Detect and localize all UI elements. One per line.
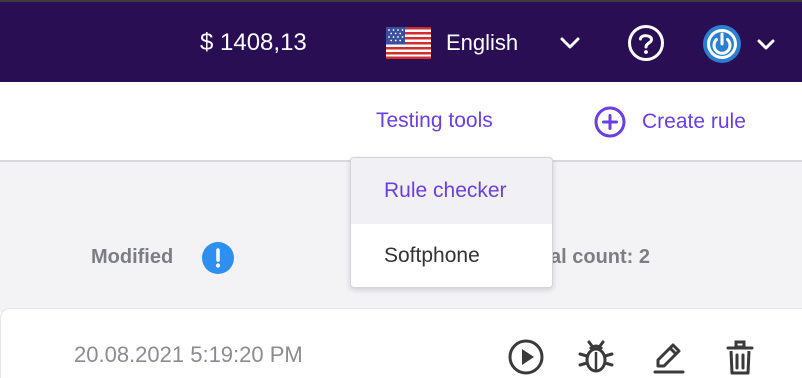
edit-pencil-icon[interactable] (649, 337, 689, 377)
info-alert-icon[interactable] (202, 242, 234, 274)
toolbar: Testing tools Create rule (0, 82, 802, 162)
column-header-modified[interactable]: Modified (91, 246, 173, 269)
balance-amount: $ 1408,13 (200, 29, 307, 56)
play-icon[interactable] (506, 337, 546, 377)
question-circle-icon[interactable] (627, 24, 665, 62)
bug-icon[interactable] (576, 337, 616, 377)
power-avatar-icon[interactable] (702, 24, 742, 64)
create-rule-label: Create rule (642, 110, 746, 133)
chevron-down-icon[interactable] (559, 35, 581, 51)
menu-item-softphone[interactable]: Softphone (351, 224, 552, 287)
modified-date-cell: 20.08.2021 5:19:20 PM (74, 342, 303, 367)
us-flag-icon (386, 27, 431, 59)
testing-tools-menu: Rule checker Softphone (350, 157, 553, 288)
create-rule-button[interactable]: Create rule (594, 104, 746, 140)
trash-icon[interactable] (720, 337, 760, 377)
testing-tools-button[interactable]: Testing tools (376, 109, 493, 133)
top-bar: $ 1408,13 English (0, 0, 802, 82)
language-label: English (446, 30, 519, 55)
total-count-label: al count: 2 (550, 246, 651, 268)
chevron-down-icon[interactable] (756, 38, 776, 52)
menu-item-rule-checker[interactable]: Rule checker (351, 158, 552, 224)
plus-circle-icon (594, 106, 626, 138)
table-row: 20.08.2021 5:19:20 PM (0, 308, 802, 378)
